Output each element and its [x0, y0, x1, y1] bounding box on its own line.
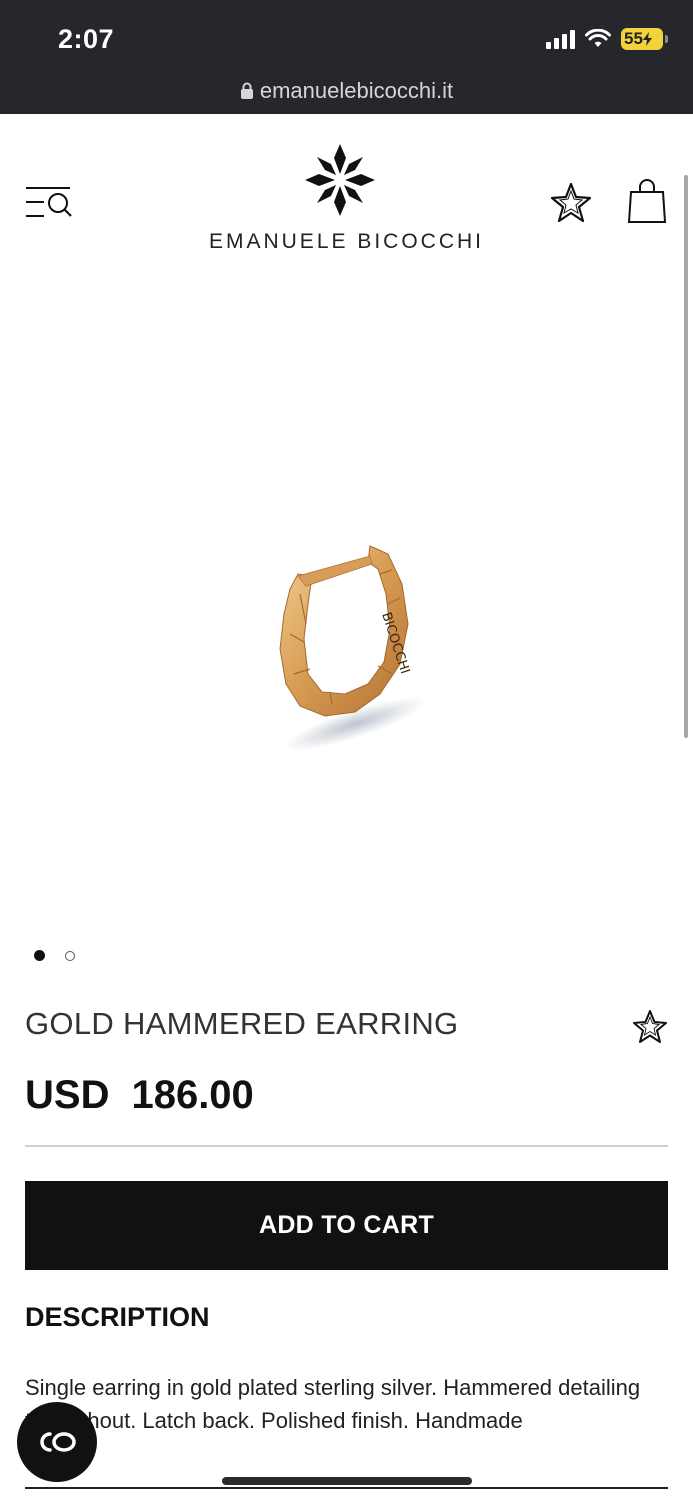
url-text: emanuelebicocchi.it — [259, 78, 454, 103]
earring-product-image: BICOCCHI — [279, 545, 427, 751]
battery-level: 55 — [624, 29, 643, 48]
wishlist-star-icon[interactable] — [550, 182, 592, 224]
chat-button[interactable] — [17, 1402, 97, 1482]
url-bar[interactable]: emanuelebicocchi.it — [0, 78, 693, 104]
product-wishlist-star-icon[interactable] — [632, 1009, 668, 1045]
site-header: EMANUELE BICOCCHI — [0, 114, 693, 274]
product-price: USD 186.00 — [25, 1073, 254, 1118]
battery-icon: 55 — [621, 28, 668, 50]
signal-icon — [546, 29, 575, 49]
charging-bolt-icon — [642, 32, 652, 46]
shopping-bag-icon[interactable] — [627, 178, 667, 224]
lock-icon — [240, 82, 253, 99]
description-heading: DESCRIPTION — [25, 1302, 210, 1332]
brand-logo-icon[interactable] — [305, 144, 375, 216]
chat-icon — [40, 1432, 76, 1452]
status-icons: 55 — [546, 28, 668, 50]
carousel-dot-2[interactable] — [65, 950, 75, 961]
product-image-carousel[interactable]: BICOCCHI — [0, 274, 693, 924]
product-title: GOLD HAMMERED EARRING — [25, 1006, 459, 1041]
brand-name: EMANUELE BICOCCHI — [208, 230, 485, 253]
section-divider — [25, 1487, 668, 1489]
divider — [25, 1145, 668, 1147]
wifi-icon — [585, 29, 611, 47]
browser-top-bar: 2:07 55 emanuelebicocchi.it — [0, 0, 693, 114]
home-indicator[interactable] — [222, 1477, 472, 1485]
add-to-cart-button[interactable]: ADD TO CART — [25, 1181, 668, 1270]
price-currency: USD — [25, 1073, 110, 1117]
carousel-dot-1[interactable] — [34, 950, 45, 961]
carousel-dots — [34, 950, 75, 961]
status-time: 2:07 — [58, 24, 115, 54]
description-text: Single earring in gold plated sterling s… — [25, 1375, 641, 1433]
price-amount: 186.00 — [131, 1073, 254, 1117]
menu-search-icon[interactable] — [24, 184, 74, 220]
